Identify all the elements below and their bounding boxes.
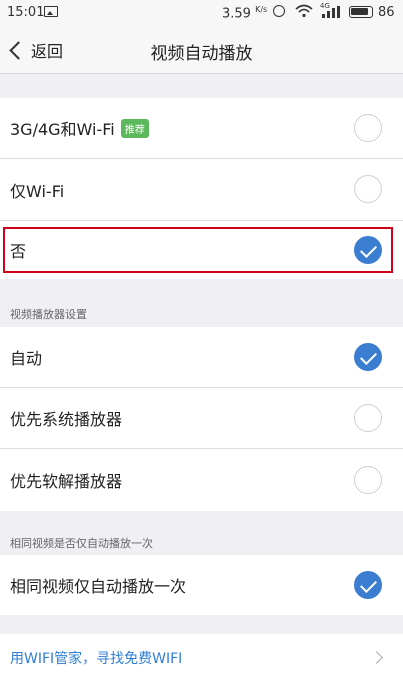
network-speed: 3.59 K/s <box>222 5 267 21</box>
chevron-right-icon <box>370 651 383 664</box>
option-label: 自动 <box>10 349 43 368</box>
option-label: 相同视频仅自动播放一次 <box>10 577 187 596</box>
option-label: 否 <box>10 242 27 261</box>
battery-icon <box>349 6 373 18</box>
option-label: 3G/4G和Wi-Fi <box>10 120 115 139</box>
radio-3g4g-wifi[interactable] <box>354 114 382 142</box>
status-bar: 15:01 3.59 K/s 4G 86 <box>0 0 403 26</box>
option-label: 仅Wi-Fi <box>10 181 65 201</box>
option-soft-decode-player[interactable]: 优先软解播放器 <box>0 449 403 511</box>
network-speed-unit: K/s <box>255 5 268 14</box>
option-label: 优先软解播放器 <box>10 472 123 491</box>
radio-wifi-only[interactable] <box>354 175 382 203</box>
page-title: 视频自动播放 <box>150 44 253 64</box>
section-header-player: 视频播放器设置 <box>10 308 87 321</box>
image-notification-icon <box>44 6 58 17</box>
option-wifi-only[interactable]: 仅Wi-Fi <box>0 159 403 220</box>
network-speed-value: 3.59 <box>222 6 251 22</box>
recommended-badge: 推荐 <box>120 118 149 138</box>
radio-soft-decode-player[interactable] <box>354 466 382 494</box>
option-label: 优先系统播放器 <box>10 410 123 429</box>
option-play-once[interactable]: 相同视频仅自动播放一次 <box>0 555 403 615</box>
section-header-repeat: 相同视频是否仅自动播放一次 <box>10 537 153 550</box>
alarm-icon <box>273 5 285 17</box>
radio-play-once[interactable] <box>354 571 382 599</box>
radio-no[interactable] <box>354 236 382 264</box>
option-system-player[interactable]: 优先系统播放器 <box>0 388 403 448</box>
option-3g4g-wifi[interactable]: 3G/4G和Wi-Fi 推荐 <box>0 98 403 158</box>
radio-system-player[interactable] <box>354 404 382 432</box>
option-player-auto[interactable]: 自动 <box>0 327 403 387</box>
wifi-manager-link[interactable]: 用WIFI管家，寻找免费WIFI <box>0 634 403 681</box>
wifi-icon <box>295 4 313 18</box>
status-time: 15:01 <box>7 5 45 20</box>
battery-level: 86 <box>378 5 395 20</box>
option-no[interactable]: 否 <box>0 221 403 279</box>
nav-bar: 返回 视频自动播放 <box>0 26 403 74</box>
radio-player-auto[interactable] <box>354 343 382 371</box>
wifi-manager-link-label: 用WIFI管家，寻找免费WIFI <box>10 650 183 667</box>
signal-icon <box>322 6 340 18</box>
